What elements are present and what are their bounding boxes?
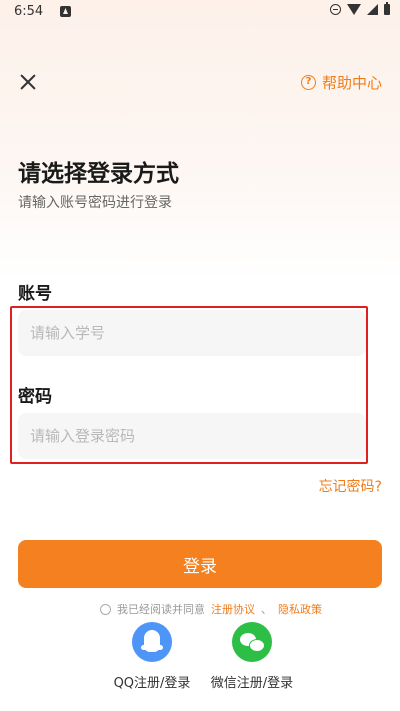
battery-icon [384,2,390,15]
account-label: 账号 [18,284,52,304]
wifi-icon [347,4,361,15]
qq-icon [132,622,172,662]
help-center-button[interactable]: ? 帮助中心 [300,72,382,93]
terms-link[interactable]: 注册协议 [211,601,255,617]
agreement-and: 、 [261,603,272,616]
agreement-radio[interactable] [100,603,111,615]
forgot-password-link[interactable]: 忘记密码? [319,476,382,496]
signal-icon [367,4,378,15]
status-bar: 6:54 [0,0,400,24]
privacy-link[interactable]: 隐私政策 [278,601,322,617]
agreement-row: 我已经阅读并同意 注册协议、隐私政策 [100,601,322,617]
qq-login-label: QQ注册/登录 [113,676,191,691]
login-button[interactable]: 登录 [18,540,382,588]
page-title: 请选择登录方式 [18,161,179,187]
status-time: 6:54 [14,4,44,19]
qq-login-button[interactable]: QQ注册/登录 [102,622,202,691]
help-center-label: 帮助中心 [321,74,382,92]
account-input[interactable] [18,310,366,356]
agreement-prefix: 我已经阅读并同意 [117,603,205,616]
wechat-login-label: 微信注册/登录 [210,676,294,691]
dnd-icon [330,4,341,15]
help-icon: ? [300,75,316,90]
password-input[interactable] [18,413,366,459]
wechat-login-button[interactable]: 微信注册/登录 [202,622,302,691]
wechat-icon [232,622,272,662]
page-subtitle: 请输入账号密码进行登录 [18,195,172,211]
status-icons [330,2,390,15]
password-label: 密码 [18,387,52,407]
notification-a-icon [60,6,71,17]
close-icon[interactable] [16,70,40,94]
